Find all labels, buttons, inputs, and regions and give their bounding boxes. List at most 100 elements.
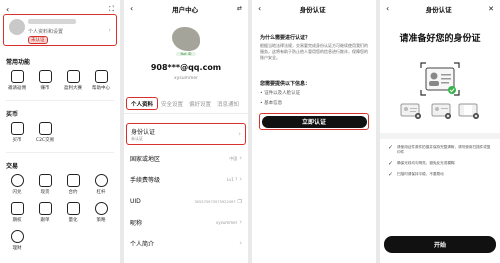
- tile-strategy[interactable]: 策略: [88, 202, 114, 223]
- info-row[interactable]: 国家或地区 中国 ›: [124, 152, 248, 164]
- glare-card-icon: [458, 103, 479, 119]
- tile-margin[interactable]: 杠杆: [88, 174, 114, 195]
- options-icon: [10, 202, 24, 215]
- strategy-icon: [94, 202, 108, 215]
- identity-verification-row[interactable]: 身份认证 未认证 ›: [126, 123, 246, 145]
- section-title: 买币: [6, 111, 19, 118]
- section-title: 交易: [6, 163, 19, 170]
- why-answer: 根据当地法律法规，交易要完成身份认证方可继续使用我们的服务，这将有助于防止他人冒…: [260, 43, 368, 60]
- avatar: [9, 19, 25, 35]
- page-title: 身份认证: [425, 5, 452, 14]
- finance-icon: [10, 230, 24, 243]
- back-icon[interactable]: ‹: [130, 4, 133, 13]
- section-divider: [380, 133, 500, 139]
- chevron-right-icon: ›: [239, 175, 242, 183]
- p2-topbar: ‹ 用户中心 ⇄: [124, 3, 248, 14]
- tile-options[interactable]: 期权: [4, 202, 30, 223]
- chevron-right-icon: ›: [239, 218, 242, 226]
- check-icon: ✓: [388, 144, 394, 151]
- section-title: 常用功能: [6, 59, 31, 66]
- info-row[interactable]: UID 305375973575922497 ❐: [124, 195, 248, 207]
- requirement-item: • 基本信息: [260, 101, 283, 106]
- divider: [124, 113, 248, 114]
- check-icon: ✓: [388, 171, 394, 178]
- refresh-icon: [38, 174, 52, 187]
- profile-name: ████████: [28, 19, 76, 24]
- verify-button-highlight: 立即认证: [259, 113, 369, 130]
- start-button[interactable]: 开始: [384, 236, 496, 253]
- verify-badge[interactable]: 未认证: [28, 36, 48, 44]
- identity-intro-panel: ‹ 身份认证 为什么需要进行认证？ 根据当地法律法规，交易要完成身份认证方可继续…: [252, 0, 376, 263]
- tile-convert[interactable]: 闪兑: [4, 174, 30, 195]
- gift-icon: [10, 70, 24, 83]
- chevron-right-icon: ›: [239, 154, 242, 162]
- tip-item: ✓ 扫描时请保持平稳，不要晃动: [388, 171, 444, 178]
- tile-help[interactable]: 帮助中心: [88, 70, 114, 91]
- page-title: 身份认证: [299, 5, 326, 14]
- copy-icon[interactable]: ❐: [238, 199, 242, 205]
- tile-copy[interactable]: 跟单: [32, 202, 58, 223]
- profile-sub: 个人资料和设置: [28, 29, 64, 35]
- requirements-title: 您需要提供以下信息：: [260, 81, 311, 87]
- copy-icon: [38, 202, 52, 215]
- exchange-icon: [38, 122, 52, 135]
- tip-item: ✓ 请使用证件原件拍摄并保持完整清晰，请勿使用扫描件或复印件: [388, 144, 491, 155]
- info-row[interactable]: 手续费等级 Lv1 ? ›: [124, 173, 248, 185]
- back-icon[interactable]: ‹: [6, 5, 9, 14]
- tile-buy[interactable]: 买币: [4, 122, 30, 143]
- tab-profile[interactable]: 个人资料: [126, 97, 158, 110]
- tab-security[interactable]: 安全设置: [161, 100, 183, 108]
- me-panel: ‹ ⛶ ████████ 个人资料和设置 未认证 › 常用功能 邀请返佣 赚币 …: [0, 0, 120, 263]
- lever-icon: [94, 174, 108, 187]
- avatar-tag: Not ID: [176, 52, 196, 56]
- close-icon[interactable]: ✕: [488, 5, 494, 13]
- wallet-icon: [10, 122, 24, 135]
- row-sub: 未认证: [131, 136, 143, 141]
- why-question: 为什么需要进行认证？: [260, 35, 311, 41]
- heading: 请准备好您的身份证: [399, 34, 481, 44]
- scan-icon[interactable]: ⛶: [109, 5, 114, 14]
- row-label: 身份认证: [131, 129, 156, 136]
- tip-item: ✓ 确保光线均匀明亮，避免反光或模糊: [388, 160, 455, 167]
- requirement-item: • 证件以及人脸认证: [260, 91, 301, 96]
- tile-futures[interactable]: 合约: [60, 174, 86, 195]
- id-card-illustration: [420, 62, 460, 96]
- user-center-panel: ‹ 用户中心 ⇄ Not ID 908***@qq.com xysummer 个…: [124, 0, 248, 263]
- p4-topbar: ‹ 身份认证 ✕: [380, 3, 500, 14]
- tab-preferences[interactable]: 偏好设置: [189, 100, 211, 108]
- tile-c2c[interactable]: C2C交易: [32, 122, 58, 143]
- page-title: 用户中心: [172, 5, 199, 14]
- profile-tabs: 个人资料 安全设置 偏好设置 消息通知: [124, 96, 248, 110]
- info-row[interactable]: 个人简介 ›: [124, 237, 248, 249]
- blurry-card-icon: [400, 103, 421, 119]
- tile-spot[interactable]: 现货: [32, 174, 58, 195]
- chevron-right-icon: ›: [239, 239, 242, 247]
- trophy-icon: [66, 70, 80, 83]
- divider: [6, 100, 114, 101]
- check-icon: ✓: [388, 160, 394, 167]
- back-icon[interactable]: ‹: [258, 4, 261, 13]
- tile-finance[interactable]: 理财: [4, 230, 30, 251]
- profile-card[interactable]: ████████ 个人资料和设置 未认证 ›: [3, 14, 117, 46]
- verify-now-button[interactable]: 立即认证: [261, 115, 367, 128]
- bot-icon: [66, 202, 80, 215]
- prepare-id-panel: ‹ 身份认证 ✕ 请准备好您的身份证 ✓ 请使用证件原件拍摄并保持完整清晰，请勿使…: [380, 0, 500, 263]
- tile-contest[interactable]: 盈利大赛: [60, 70, 86, 91]
- cropped-card-icon: [431, 103, 451, 119]
- p1-topbar: ‹ ⛶: [0, 4, 120, 14]
- chart-icon: [66, 174, 80, 187]
- tile-earn[interactable]: 赚币: [32, 70, 58, 91]
- coins-icon: [38, 70, 52, 83]
- info-row[interactable]: 昵称 xysummer ›: [124, 216, 248, 228]
- chevron-right-icon: ›: [108, 26, 111, 34]
- tile-referral[interactable]: 邀请返佣: [4, 70, 30, 91]
- headset-icon: [94, 70, 108, 83]
- chevron-right-icon: ›: [238, 130, 241, 138]
- avatar[interactable]: [172, 27, 200, 51]
- divider: [6, 152, 114, 153]
- p3-topbar: ‹ 身份认证: [252, 3, 376, 14]
- back-icon[interactable]: ‹: [386, 4, 389, 13]
- switch-account-icon[interactable]: ⇄: [237, 5, 242, 12]
- tile-quant[interactable]: 量化: [60, 202, 86, 223]
- tab-notifications[interactable]: 消息通知: [217, 100, 239, 108]
